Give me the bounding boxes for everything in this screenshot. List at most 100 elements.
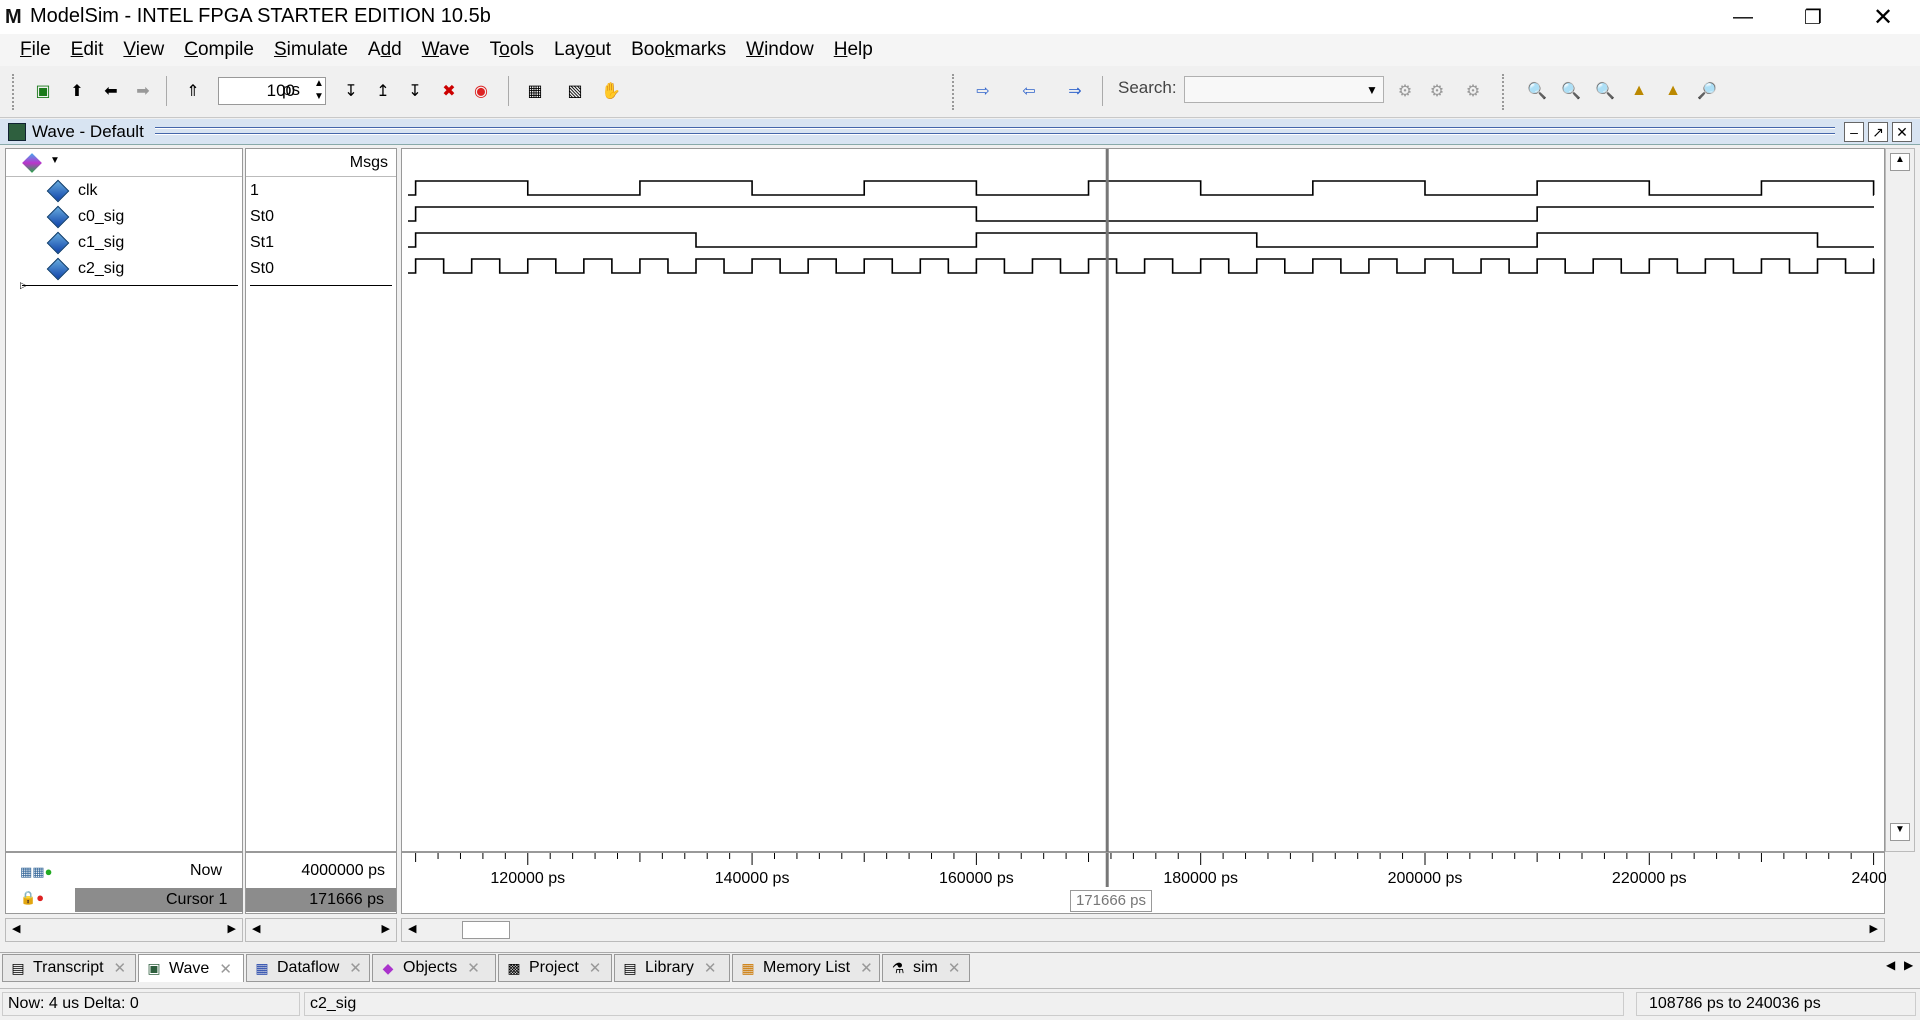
restart-icon[interactable]: ▣: [30, 78, 56, 104]
toolbar-grip-3[interactable]: [1502, 74, 1508, 110]
menu-help[interactable]: Help: [824, 39, 883, 61]
vertical-scrollbar[interactable]: ▲ ▼: [1885, 148, 1915, 852]
menu-add[interactable]: Add: [358, 39, 412, 61]
cursor-time-box[interactable]: 171666 ps: [1070, 890, 1152, 912]
msgs-column-header: Msgs: [246, 149, 396, 177]
collapse-icon[interactable]: ⇦: [1016, 78, 1042, 104]
close-tab-icon[interactable]: ✕: [349, 959, 362, 977]
close-tab-icon[interactable]: ✕: [948, 959, 961, 977]
find-all-icon[interactable]: ⚙: [1424, 78, 1450, 104]
scroll-thumb[interactable]: [462, 921, 510, 939]
break-icon[interactable]: ✖: [436, 78, 462, 104]
hand-pan-icon[interactable]: ✋: [598, 78, 624, 104]
lock-cursor-icon[interactable]: 🔒●: [20, 890, 72, 908]
add-cursor-icon[interactable]: ▦▦●: [20, 864, 72, 882]
signal-row-c1[interactable]: c1_sig: [6, 231, 242, 257]
menu-simulate[interactable]: Simulate: [264, 39, 358, 61]
signal-row-c2[interactable]: c2_sig: [6, 257, 242, 283]
run-icon[interactable]: ↧: [338, 78, 364, 104]
close-tab-icon[interactable]: ✕: [860, 959, 873, 977]
wave-window-icon: [8, 123, 26, 141]
name-pane-scrollbar[interactable]: ◀ ▶: [5, 918, 243, 942]
value-insertion-marker: [250, 285, 392, 286]
value-pane-scrollbar[interactable]: ◀ ▶: [245, 918, 397, 942]
continue-run-icon[interactable]: ↥: [370, 78, 396, 104]
close-tab-icon[interactable]: ✕: [114, 959, 127, 977]
zoom-last-icon[interactable]: 🔎: [1694, 78, 1720, 104]
tab-wave[interactable]: ▣ Wave ✕: [138, 954, 244, 982]
menu-wave[interactable]: Wave: [412, 39, 480, 61]
cursor-1-value: 171666 ps: [309, 891, 384, 908]
menu-compile[interactable]: Compile: [174, 39, 264, 61]
minimize-button[interactable]: —: [1708, 0, 1778, 34]
tab-scroll-left-icon[interactable]: ◀: [1886, 958, 1895, 972]
find-next-icon[interactable]: ⚙: [1460, 78, 1486, 104]
wave-objects-icon[interactable]: [22, 153, 42, 173]
scroll-left-button[interactable]: ◀: [408, 922, 416, 935]
wave-pane-scrollbar[interactable]: ◀ ▶: [401, 918, 1885, 942]
restore-button[interactable]: ❐: [1778, 0, 1848, 34]
run-all-icon[interactable]: ↧: [402, 78, 428, 104]
wave-minimize-button[interactable]: –: [1844, 122, 1864, 142]
waveform-pane[interactable]: [401, 148, 1886, 853]
tab-library[interactable]: ▤ Library ✕: [614, 954, 730, 982]
window-title: ModelSim - INTEL FPGA STARTER EDITION 10…: [30, 5, 491, 27]
tab-memory-list[interactable]: ▦ Memory List ✕: [732, 954, 880, 982]
find-icon[interactable]: ⚙: [1392, 78, 1418, 104]
back-arrow-icon[interactable]: ⬅: [98, 78, 124, 104]
scroll-right-button[interactable]: ▶: [1870, 922, 1878, 935]
toolbar-grip-2[interactable]: [952, 74, 958, 110]
tab-project[interactable]: ▩ Project ✕: [498, 954, 612, 982]
signal-row-clk[interactable]: clk: [6, 179, 242, 205]
waveform-canvas[interactable]: [402, 149, 1886, 853]
transcript-icon: ▤: [11, 959, 25, 976]
close-tab-icon[interactable]: ✕: [219, 960, 232, 978]
chevron-down-icon[interactable]: ▼: [50, 155, 60, 166]
stop-icon[interactable]: ◉: [468, 78, 494, 104]
scroll-up-button[interactable]: ▲: [1890, 153, 1910, 171]
tab-scroll-right-icon[interactable]: ▶: [1904, 958, 1913, 972]
menu-window[interactable]: Window: [736, 39, 824, 61]
trace-icon[interactable]: ⇒: [1062, 78, 1088, 104]
scroll-down-button[interactable]: ▼: [1890, 823, 1910, 841]
step-icon[interactable]: ▦: [522, 78, 548, 104]
forward-arrow-icon[interactable]: ➡: [130, 78, 156, 104]
tab-objects[interactable]: ◆ Objects ✕: [372, 954, 496, 982]
wave-undock-button[interactable]: ↗: [1868, 122, 1888, 142]
zoom-out-icon[interactable]: 🔍: [1558, 78, 1584, 104]
modelsim-window: M ModelSim - INTEL FPGA STARTER EDITION …: [0, 0, 1920, 1020]
menu-file[interactable]: File: [10, 39, 61, 61]
zoom-full-icon[interactable]: 🔍: [1592, 78, 1618, 104]
menu-tools[interactable]: Tools: [480, 39, 544, 61]
c0-sig-waveform: [408, 206, 1874, 222]
close-window-button[interactable]: ✕: [1848, 0, 1918, 34]
toolbar-grip[interactable]: [12, 74, 18, 110]
objects-icon: ◆: [382, 959, 394, 976]
timeline-tick-label: 200000 ps: [1388, 870, 1463, 887]
signal-row-c0[interactable]: c0_sig: [6, 205, 242, 231]
search-dropdown-icon[interactable]: ▼: [1360, 78, 1384, 101]
run-length-spinner[interactable]: ▲ ▼: [312, 77, 326, 105]
run-length-input[interactable]: 100: [218, 77, 326, 105]
close-tab-icon[interactable]: ✕: [704, 959, 717, 977]
search-input[interactable]: [1184, 76, 1384, 103]
close-tab-icon[interactable]: ✕: [467, 959, 480, 977]
modelsim-logo-icon: M: [5, 6, 22, 28]
zoom-in-icon[interactable]: 🔍: [1524, 78, 1550, 104]
close-tab-icon[interactable]: ✕: [589, 959, 602, 977]
step-over-icon[interactable]: ▧: [562, 78, 588, 104]
tab-transcript[interactable]: ▤ Transcript ✕: [2, 954, 136, 982]
menu-view[interactable]: View: [113, 39, 174, 61]
menu-bookmarks[interactable]: Bookmarks: [621, 39, 736, 61]
run-length-icon[interactable]: ⇑: [180, 78, 206, 104]
zoom-range-icon[interactable]: ▲: [1660, 78, 1686, 104]
wave-close-button[interactable]: ✕: [1892, 122, 1912, 142]
zoom-cursor-icon[interactable]: ▲: [1626, 78, 1652, 104]
expand-icon[interactable]: ⇨: [970, 78, 996, 104]
up-arrow-icon[interactable]: ⬆: [64, 78, 90, 104]
tab-sim[interactable]: ⚗ sim ✕: [882, 954, 970, 982]
menu-layout[interactable]: Layout: [544, 39, 621, 61]
cursor-1-label: Cursor 1: [166, 891, 228, 908]
tab-dataflow[interactable]: ▦ Dataflow ✕: [246, 954, 370, 982]
menu-edit[interactable]: Edit: [61, 39, 114, 61]
